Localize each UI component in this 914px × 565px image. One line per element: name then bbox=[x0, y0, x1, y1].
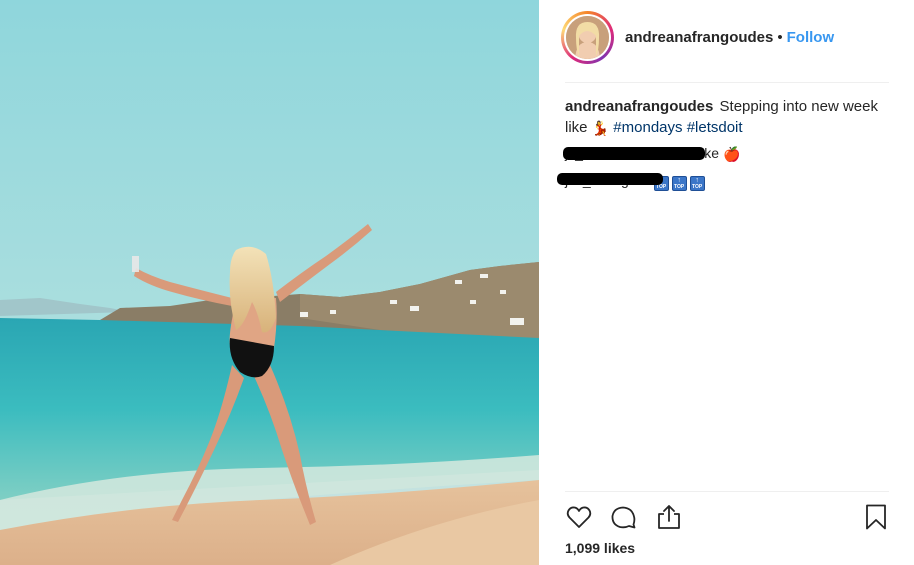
comment-username-text: js_2006hotmail.com bbox=[565, 145, 690, 161]
post-header: andreanafrangoudes • Follow bbox=[539, 0, 914, 82]
save-button[interactable] bbox=[862, 503, 890, 531]
follow-button[interactable]: Follow bbox=[787, 29, 835, 46]
username-link[interactable]: andreanafrangoudes bbox=[625, 29, 773, 46]
share-button[interactable] bbox=[655, 503, 683, 531]
post-side-panel: andreanafrangoudes • Follow andreanafrango… bbox=[539, 0, 914, 565]
comment-username-link[interactable]: js_2006hotmail.com bbox=[563, 143, 705, 163]
top-badge-icon: ↑ TOP bbox=[671, 176, 687, 191]
top-badge-icon: ↑ TOP bbox=[653, 176, 669, 191]
header-divider bbox=[565, 82, 889, 83]
comment-username-link[interactable]: jim_kehagias bbox=[557, 170, 663, 190]
like-button[interactable] bbox=[565, 503, 593, 531]
apple-emoji: 🍎 bbox=[722, 146, 741, 162]
top-badge-icon: ↑ TOP bbox=[689, 176, 705, 191]
heart-icon bbox=[566, 506, 592, 528]
share-icon bbox=[658, 505, 680, 529]
hashtag-letsdoit[interactable]: #letsdoit bbox=[687, 119, 743, 136]
dancer-emoji: 💃 bbox=[591, 120, 610, 136]
comment-text: Like bbox=[693, 145, 720, 161]
beach-photo-image bbox=[0, 0, 539, 565]
actions-divider bbox=[565, 491, 889, 492]
bookmark-icon bbox=[866, 504, 886, 530]
caption-username-link[interactable]: andreanafrangoudes bbox=[565, 98, 713, 115]
separator-dot: • bbox=[777, 29, 783, 46]
avatar[interactable] bbox=[561, 11, 614, 64]
comment-item: jim_kehagias ↑ TOP ↑ TOP ↑ TOP bbox=[557, 170, 705, 191]
post-actions bbox=[565, 503, 889, 531]
post-header-line: andreanafrangoudes • Follow bbox=[625, 29, 834, 46]
post-caption: andreanafrangoudes Stepping into new wee… bbox=[565, 96, 895, 138]
comment-icon bbox=[611, 506, 636, 529]
hashtag-mondays[interactable]: #mondays bbox=[613, 119, 682, 136]
avatar-image bbox=[566, 16, 609, 59]
comment-username-text: jim_kehagias bbox=[565, 172, 647, 188]
comment-item: js_2006hotmail.com Like 🍎 bbox=[563, 143, 741, 163]
post-photo[interactable] bbox=[0, 0, 539, 565]
likes-count[interactable]: 1,099 likes bbox=[565, 540, 635, 556]
comment-button[interactable] bbox=[609, 503, 637, 531]
